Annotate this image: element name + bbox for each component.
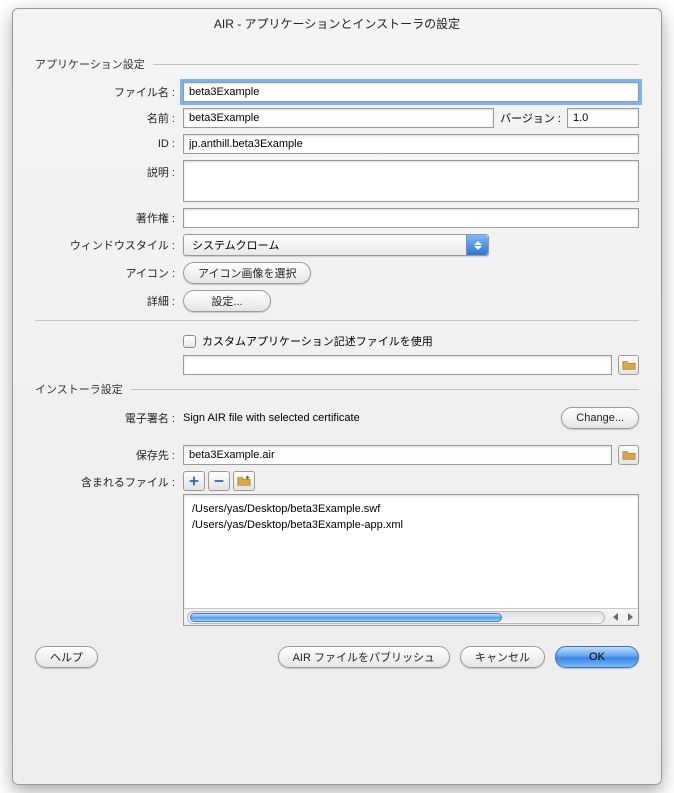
copyright-field[interactable]: [183, 208, 639, 228]
list-item[interactable]: /Users/yas/Desktop/beta3Example.swf: [192, 501, 630, 517]
scroll-left-icon[interactable]: [608, 609, 623, 625]
label-copyright: 著作権 :: [35, 210, 183, 226]
remove-file-button[interactable]: [208, 471, 230, 491]
dialog-title: AIR - アプリケーションとインストーラの設定: [214, 17, 460, 31]
minus-icon: [212, 474, 226, 488]
dialog-footer: ヘルプ AIR ファイルをパブリッシュ キャンセル OK: [13, 646, 661, 684]
horizontal-scrollbar[interactable]: [184, 608, 638, 625]
browse-descriptor-button[interactable]: [618, 355, 639, 375]
list-item[interactable]: /Users/yas/Desktop/beta3Example-app.xml: [192, 517, 630, 533]
divider: [131, 389, 639, 390]
destination-field[interactable]: [183, 445, 612, 465]
included-files-list[interactable]: /Users/yas/Desktop/beta3Example.swf /Use…: [183, 494, 639, 626]
change-signature-button[interactable]: Change...: [561, 407, 639, 429]
section-header-app: アプリケーション設定: [35, 56, 639, 72]
titlebar: AIR - アプリケーションとインストーラの設定: [13, 9, 661, 44]
label-included-files: 含まれるファイル :: [35, 471, 183, 490]
folder-icon: [622, 448, 636, 462]
publish-button[interactable]: AIR ファイルをパブリッシュ: [278, 646, 450, 668]
filename-field[interactable]: [183, 82, 639, 102]
windowstyle-select[interactable]: システムクローム: [183, 234, 489, 256]
folder-plus-icon: [237, 474, 251, 488]
label-version: バージョン :: [500, 110, 561, 126]
dialog-window: AIR - アプリケーションとインストーラの設定 アプリケーション設定 ファイル…: [12, 8, 662, 785]
version-field[interactable]: [567, 108, 639, 128]
scroll-thumb[interactable]: [190, 613, 502, 622]
section-header-installer: インストーラ設定: [35, 381, 639, 397]
label-id: ID :: [35, 138, 183, 150]
select-icon-button[interactable]: アイコン画像を選択: [183, 262, 311, 284]
label-custom-descriptor: カスタムアプリケーション記述ファイルを使用: [202, 333, 433, 349]
label-icon: アイコン :: [35, 265, 183, 281]
ok-button[interactable]: OK: [555, 646, 639, 668]
id-field[interactable]: [183, 134, 639, 154]
add-folder-button[interactable]: [233, 471, 255, 491]
label-signature: 電子署名 :: [35, 410, 183, 426]
label-detail: 詳細 :: [35, 293, 183, 309]
help-button[interactable]: ヘルプ: [35, 646, 98, 668]
name-field[interactable]: [183, 108, 494, 128]
cancel-button[interactable]: キャンセル: [460, 646, 545, 668]
divider: [153, 64, 639, 65]
add-file-button[interactable]: [183, 471, 205, 491]
section-label: アプリケーション設定: [35, 56, 145, 72]
label-destination: 保存先 :: [35, 447, 183, 463]
section-label: インストーラ設定: [35, 381, 123, 397]
label-description: 説明 :: [35, 160, 183, 180]
label-name: 名前 :: [35, 110, 183, 126]
divider: [35, 320, 639, 321]
files-toolbar: [183, 471, 639, 491]
dialog-content: アプリケーション設定 ファイル名 : 名前 : バージョン : ID : 説明: [13, 44, 661, 646]
description-field[interactable]: [183, 160, 639, 202]
signature-text: Sign AIR file with selected certificate: [183, 412, 555, 424]
custom-descriptor-checkbox[interactable]: [183, 335, 196, 348]
plus-icon: [187, 474, 201, 488]
scroll-right-icon[interactable]: [623, 609, 638, 625]
label-filename: ファイル名 :: [35, 84, 183, 100]
windowstyle-value: システムクローム: [192, 237, 279, 253]
label-windowstyle: ウィンドウスタイル :: [35, 237, 183, 253]
browse-destination-button[interactable]: [618, 445, 639, 465]
folder-icon: [622, 358, 636, 372]
custom-descriptor-field[interactable]: [183, 355, 612, 375]
settings-button[interactable]: 設定...: [183, 290, 271, 312]
chevron-updown-icon: [466, 235, 488, 255]
